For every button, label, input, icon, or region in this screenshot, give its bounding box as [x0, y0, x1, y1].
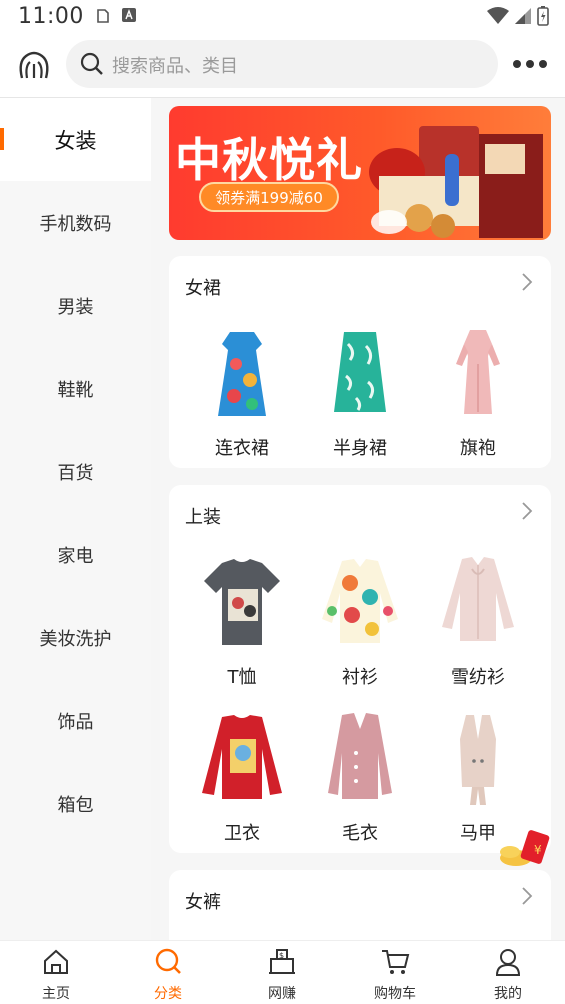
banner-title: 中秋悦礼 — [175, 133, 363, 187]
nav-cart[interactable]: 购物车 — [355, 947, 435, 1003]
nav-label: 购物车 — [374, 986, 416, 1002]
banner-coupon: 领券满199减60 — [199, 182, 339, 212]
nav-earn[interactable]: $ 网赚 — [242, 947, 322, 1003]
nav-home[interactable]: 主页 — [16, 947, 96, 1003]
skirt-image — [334, 332, 386, 412]
sim-icon — [97, 9, 109, 23]
more-dot-icon — [513, 60, 521, 68]
section-title: 上装 — [185, 507, 221, 528]
sidebar-item-bags[interactable]: 箱包 — [0, 762, 151, 845]
sidebar-item-appliances[interactable]: 家电 — [0, 513, 151, 596]
search-bar[interactable]: 搜索商品、类目 — [66, 40, 498, 88]
battery-icon — [537, 6, 549, 26]
search-placeholder: 搜索商品、类目 — [112, 56, 238, 77]
category-item[interactable]: 半身裙 — [305, 324, 415, 460]
qipao-image — [456, 330, 500, 414]
sidebar-item-women[interactable]: 女装 — [0, 98, 151, 181]
category-item-label: 毛衣 — [342, 823, 378, 844]
section-title: 女裤 — [185, 892, 221, 913]
chevron-right-icon[interactable] — [521, 886, 533, 906]
status-bar: 11:00 — [0, 0, 565, 34]
svg-text:¥: ¥ — [534, 843, 542, 857]
category-item-label: 半身裙 — [333, 438, 387, 459]
more-menu-button[interactable] — [513, 60, 547, 68]
category-item[interactable]: 旗袍 — [423, 324, 533, 460]
sidebar-item-digital[interactable]: 手机数码 — [0, 181, 151, 264]
sidebar-item-general[interactable]: 百货 — [0, 430, 151, 513]
sweatshirt-image — [202, 715, 282, 799]
category-item-label: 卫衣 — [224, 823, 260, 844]
section-card-pants: 女裤 — [169, 870, 551, 940]
nav-label: 网赚 — [268, 986, 296, 1002]
category-content: 中秋悦礼 领券满199减60 女裙 连衣裙 半身裙 旗袍 上装 T恤 衬衫 雪纺… — [151, 98, 565, 940]
section-card-dresses: 女裙 连衣裙 半身裙 旗袍 — [169, 256, 551, 468]
home-icon — [44, 949, 68, 974]
nav-category[interactable]: 分类 — [128, 947, 208, 1003]
shirt-image — [322, 559, 398, 643]
category-item-label: 连衣裙 — [215, 438, 269, 459]
category-item-label: 衬衫 — [342, 667, 378, 688]
sweater-image — [328, 713, 392, 799]
chevron-right-icon[interactable] — [521, 272, 533, 292]
sidebar-item-men[interactable]: 男装 — [0, 264, 151, 347]
svg-text:$: $ — [279, 951, 284, 960]
red-packet-icon[interactable]: ¥ — [496, 828, 552, 870]
section-card-tops: 上装 T恤 衬衫 雪纺衫 卫衣 毛衣 马甲 — [169, 485, 551, 853]
category-item[interactable]: 雪纺衫 — [423, 553, 533, 689]
nav-label: 我的 — [494, 986, 522, 1002]
signal-icon — [515, 8, 531, 24]
more-dot-icon — [539, 60, 547, 68]
dress-image — [218, 332, 266, 416]
category-item-label: 旗袍 — [460, 438, 496, 459]
nav-label: 主页 — [42, 986, 70, 1002]
category-item[interactable]: T恤 — [187, 553, 297, 689]
vest-image — [460, 715, 496, 805]
nav-mine[interactable]: 我的 — [468, 947, 548, 1003]
promo-banner[interactable]: 中秋悦礼 领券满199减60 — [169, 106, 551, 240]
keyboard-icon — [122, 8, 136, 22]
tshirt-image — [204, 559, 280, 645]
category-item[interactable]: 卫衣 — [187, 709, 297, 845]
more-dot-icon — [526, 60, 534, 68]
cart-icon — [382, 950, 410, 974]
nav-label: 分类 — [154, 986, 182, 1002]
search-icon — [80, 52, 103, 75]
category-sidebar: 女装 手机数码 男装 鞋靴 百货 家电 美妆洗护 饰品 箱包 — [0, 98, 151, 940]
search-icon — [155, 948, 181, 974]
status-time: 11:00 — [18, 4, 84, 29]
chiffon-blouse-image — [442, 557, 514, 641]
category-item-label: T恤 — [227, 667, 257, 688]
cash-register-icon: $ — [269, 949, 295, 974]
section-title: 女裙 — [185, 278, 221, 299]
sidebar-item-beauty[interactable]: 美妆洗护 — [0, 596, 151, 679]
category-item[interactable]: 马甲 — [423, 709, 533, 845]
category-item[interactable]: 连衣裙 — [187, 324, 297, 460]
user-icon — [495, 949, 521, 976]
bottom-navigation: 主页 分类 $ 网赚 购物车 我的 — [0, 940, 565, 1004]
gift-boxes-image — [369, 126, 543, 238]
sidebar-item-accessories[interactable]: 饰品 — [0, 679, 151, 762]
sidebar-item-shoes[interactable]: 鞋靴 — [0, 347, 151, 430]
category-item[interactable]: 衬衫 — [305, 553, 415, 689]
category-item-label: 雪纺衫 — [451, 667, 505, 688]
app-logo-icon[interactable] — [16, 48, 52, 82]
top-header: 搜索商品、类目 — [0, 34, 565, 98]
chevron-right-icon[interactable] — [521, 501, 533, 521]
category-item[interactable]: 毛衣 — [305, 709, 415, 845]
wifi-icon — [487, 7, 509, 24]
